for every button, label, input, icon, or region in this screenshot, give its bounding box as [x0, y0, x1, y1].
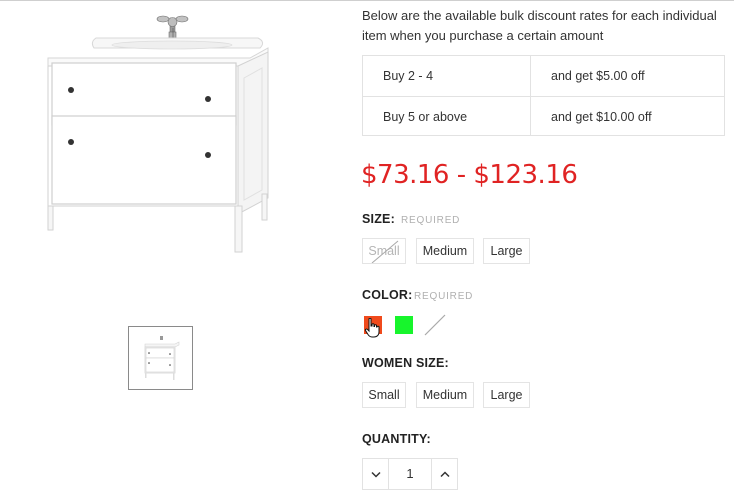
size-option-label: Large: [490, 244, 523, 258]
discount-offer: and get $10.00 off: [551, 110, 652, 124]
quantity-decrease-button[interactable]: [363, 459, 389, 489]
hand-pointer-cursor-icon: [364, 318, 380, 338]
quantity-increase-button[interactable]: [431, 459, 457, 489]
bulk-discount-intro: Below are the available bulk discount ra…: [362, 8, 717, 43]
women-size-option-label: Large: [490, 388, 523, 402]
table-row: Buy 2 - 4 and get $5.00 off: [363, 56, 724, 96]
top-divider: [0, 0, 734, 1]
product-thumbnail[interactable]: [128, 326, 193, 390]
women-size-option-small[interactable]: Small: [362, 382, 406, 408]
size-option-medium[interactable]: Medium: [416, 238, 474, 264]
quantity-label: QUANTITY:: [362, 432, 431, 446]
quantity-input[interactable]: 1: [389, 459, 431, 489]
women-size-option-large[interactable]: Large: [483, 382, 530, 408]
bulk-discount-table: Buy 2 - 4 and get $5.00 off Buy 5 or abo…: [362, 55, 725, 136]
vanity-cabinet-illustration: [47, 15, 269, 253]
women-size-option-label: Medium: [422, 388, 468, 402]
chevron-down-icon: [370, 471, 381, 478]
quantity-stepper: 1: [362, 458, 458, 490]
vanity-thumbnail-illustration: [144, 336, 180, 380]
price-range: $73.16 - $123.16: [361, 160, 578, 190]
size-required-tag: REQUIRED: [401, 215, 461, 226]
women-size-label: WOMEN SIZE:: [362, 356, 449, 370]
unavailable-slash-icon: [371, 240, 399, 263]
size-option-label: Medium: [422, 244, 468, 258]
color-label: COLOR:: [362, 288, 413, 302]
table-row: Buy 5 or above and get $10.00 off: [363, 96, 724, 136]
size-label: SIZE:: [362, 212, 395, 226]
size-option-large[interactable]: Large: [483, 238, 530, 264]
women-size-option-medium[interactable]: Medium: [416, 382, 474, 408]
size-option-small[interactable]: Small: [362, 238, 406, 264]
color-swatch-green[interactable]: [395, 316, 413, 334]
discount-quantity: Buy 5 or above: [383, 110, 468, 124]
women-size-option-label: Small: [368, 388, 400, 402]
product-main-image[interactable]: [30, 8, 300, 270]
discount-offer: and get $5.00 off: [551, 69, 645, 83]
color-required-tag: REQUIRED: [414, 291, 474, 302]
color-swatch-unavailable[interactable]: [424, 314, 446, 336]
chevron-up-icon: [439, 470, 450, 477]
discount-quantity: Buy 2 - 4: [383, 69, 434, 83]
